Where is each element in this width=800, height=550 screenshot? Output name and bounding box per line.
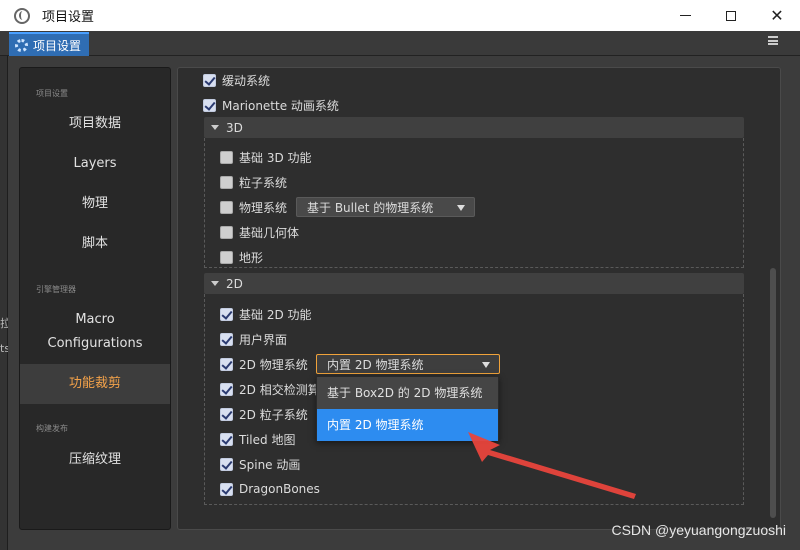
annotation-arrow-icon [468, 432, 636, 499]
watermark: CSDN @yeyuangongzuoshi [611, 522, 786, 538]
